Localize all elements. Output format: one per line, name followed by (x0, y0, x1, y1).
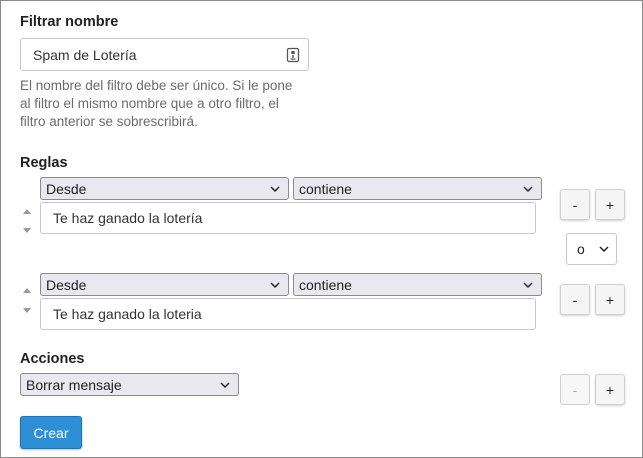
chevron-down-icon (523, 281, 533, 288)
filter-name-value: Spam de Lotería (33, 46, 137, 63)
rule-2-add-button[interactable]: + (595, 284, 625, 315)
rule-1-value: Te haz ganado la lotería (53, 210, 203, 226)
rule-conjunction-select[interactable]: o (566, 233, 617, 265)
rule-2-operator-value: contiene (299, 276, 352, 293)
rule-1-operator-value: contiene (299, 180, 352, 197)
action-1-select[interactable]: Borrar mensaje (20, 373, 239, 396)
rule-2-operator-select[interactable]: contiene (293, 273, 542, 296)
rule-1-move-up-icon[interactable] (23, 209, 31, 214)
rule-2-value-input[interactable]: Te haz ganado la loteria (40, 298, 536, 330)
action-1-remove-button[interactable]: - (560, 374, 590, 405)
actions-label: Acciones (20, 351, 85, 367)
chevron-down-icon (523, 185, 533, 192)
rule-2-value: Te haz ganado la loteria (53, 306, 202, 322)
create-button[interactable]: Crear (20, 416, 82, 449)
filter-name-input[interactable]: Spam de Lotería (20, 38, 309, 71)
rule-1-remove-button[interactable]: - (560, 189, 590, 220)
rule-1-field-select[interactable]: Desde (40, 177, 289, 200)
rule-conjunction-value: o (577, 241, 585, 257)
rule-1-move-down-icon[interactable] (23, 228, 31, 233)
rule-2-field-value: Desde (46, 276, 87, 293)
rule-2-remove-button[interactable]: - (560, 284, 590, 315)
chevron-down-icon (599, 246, 609, 253)
rule-1-field-value: Desde (46, 180, 87, 197)
chevron-down-icon (270, 281, 280, 288)
rule-1-value-input[interactable]: Te haz ganado la lotería (40, 202, 536, 234)
action-1-add-button[interactable]: + (595, 374, 625, 405)
chevron-down-icon (220, 381, 230, 388)
rules-label: Reglas (20, 155, 68, 171)
rule-2-field-select[interactable]: Desde (40, 273, 289, 296)
chevron-down-icon (270, 185, 280, 192)
filter-name-label: Filtrar nombre (20, 14, 119, 30)
password-manager-icon[interactable] (286, 47, 300, 66)
rule-1-add-button[interactable]: + (595, 189, 625, 220)
action-1-value: Borrar mensaje (26, 376, 122, 393)
rule-2-move-up-icon[interactable] (23, 288, 31, 293)
rule-1-operator-select[interactable]: contiene (293, 177, 542, 200)
rule-2-move-down-icon[interactable] (23, 308, 31, 313)
filter-name-help: El nombre del filtro debe ser único. Si … (20, 78, 293, 129)
